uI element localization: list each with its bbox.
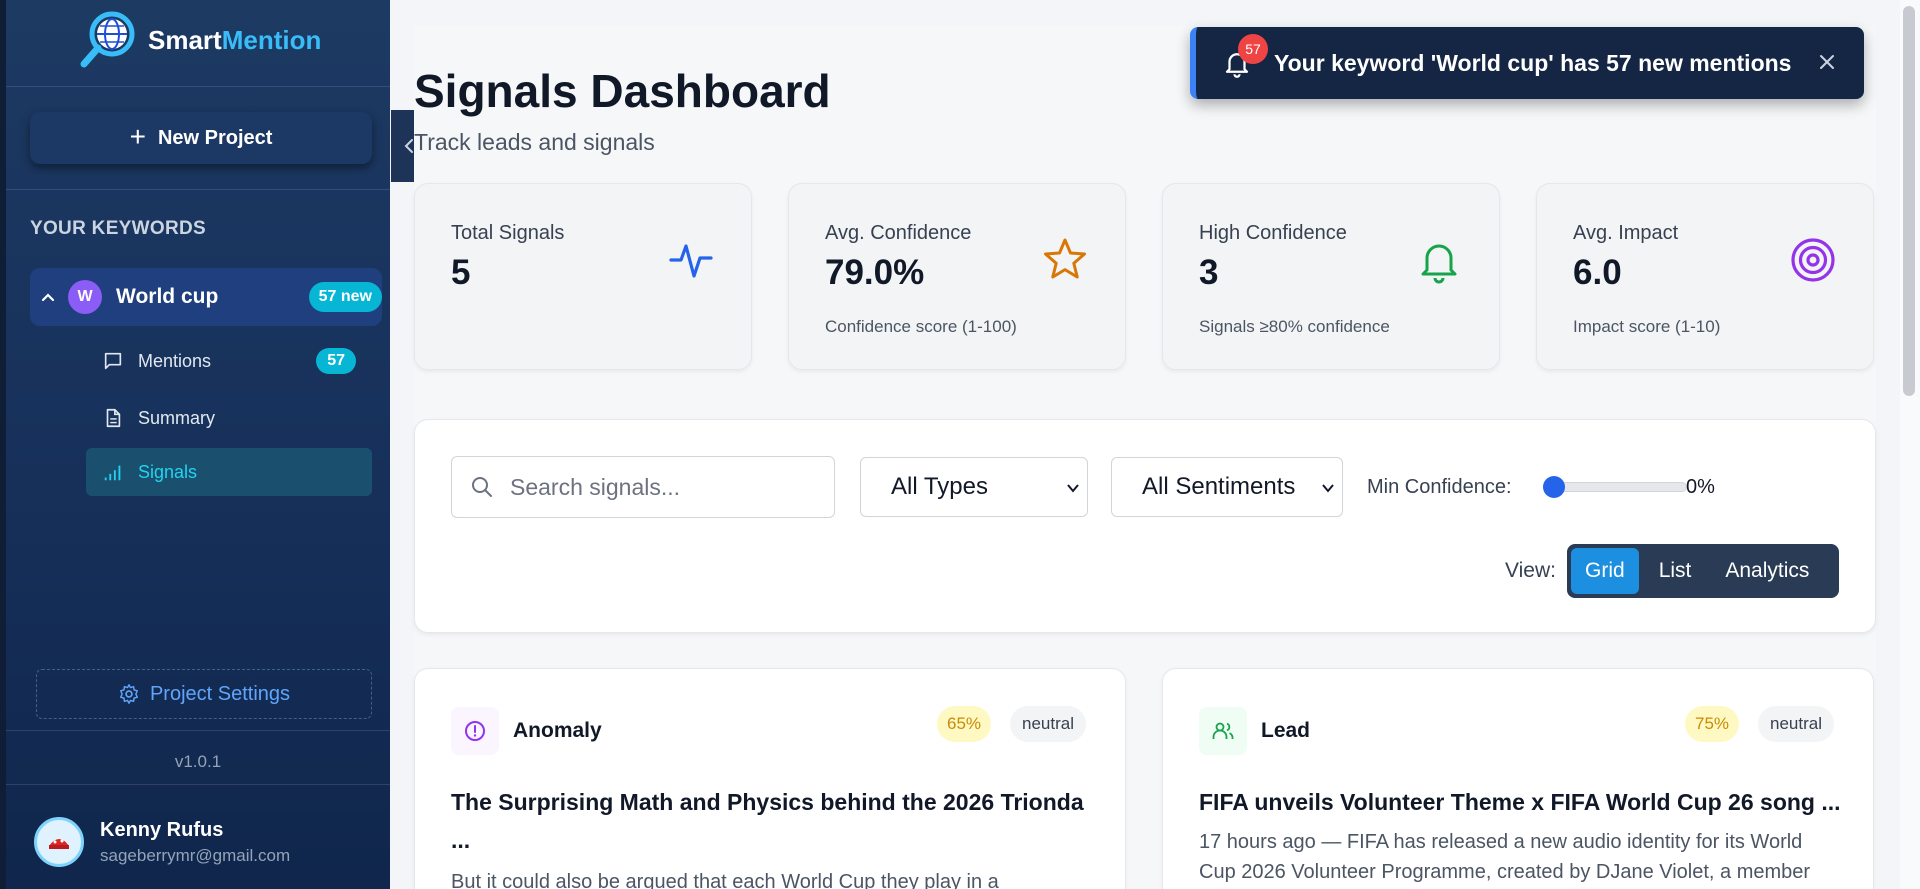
globe-search-icon <box>80 11 135 68</box>
min-confidence-label: Min Confidence: <box>1367 476 1512 498</box>
chevron-up-icon[interactable] <box>40 289 56 305</box>
stat-card-avg-impact: Avg. Impact 6.0 Impact score (1-10) <box>1536 183 1874 370</box>
sidebar-item-summary[interactable]: Summary <box>86 394 372 442</box>
sidebar-item-label: Summary <box>138 407 216 428</box>
users-icon <box>1212 722 1234 739</box>
toast-bell: 57 <box>1222 34 1268 78</box>
confidence-badge: 65% <box>937 706 992 742</box>
stat-note: Impact score (1-10) <box>1573 317 1721 336</box>
stat-card-high-confidence: High Confidence 3 Signals ≥80% confidenc… <box>1162 183 1500 370</box>
sidebar-item-label: Signals <box>138 461 198 482</box>
gear-icon <box>119 684 138 704</box>
min-confidence-value: 0% <box>1686 476 1715 498</box>
view-list-button[interactable]: List <box>1645 548 1706 594</box>
signal-title[interactable]: FIFA unveils Volunteer Theme x FIFA Worl… <box>1199 783 1839 821</box>
sidebar-item-label: Mentions <box>138 350 212 371</box>
message-square-icon <box>104 352 122 370</box>
view-label: View: <box>1505 559 1556 582</box>
keyword-new-badge: 57 new <box>308 282 382 312</box>
chevron-down-icon <box>1067 484 1079 493</box>
mentions-count-badge: 57 <box>316 348 356 374</box>
bell-icon <box>1421 244 1457 284</box>
slider-thumb[interactable] <box>1543 476 1565 498</box>
confidence-badge: 75% <box>1685 706 1740 742</box>
notification-toast: 57 Your keyword 'World cup' has 57 new m… <box>1190 27 1864 99</box>
page-subtitle: Track leads and signals <box>414 129 655 155</box>
target-icon <box>1791 238 1835 282</box>
project-settings-label: Project Settings <box>149 682 291 705</box>
divider <box>6 86 390 87</box>
plus-icon: + <box>129 120 146 152</box>
stat-card-total-signals: Total Signals 5 <box>414 183 752 370</box>
filter-panel: All Types All Sentiments Min Confidence:… <box>414 419 1876 633</box>
toast-message: Your keyword 'World cup' has 57 new ment… <box>1274 49 1792 76</box>
sentiment-select[interactable]: All Sentiments <box>1111 457 1343 517</box>
user-avatar-icon <box>49 839 69 849</box>
signal-title[interactable]: The Surprising Math and Physics behind t… <box>451 783 1091 859</box>
view-analytics-button[interactable]: Analytics <box>1711 548 1823 594</box>
close-icon[interactable] <box>1816 51 1838 73</box>
sidebar: SmartMention + New Project YOUR KEYWORDS… <box>0 0 390 889</box>
sentiment-badge: neutral <box>1758 706 1834 742</box>
min-confidence-slider[interactable] <box>1543 473 1687 501</box>
signal-type-icon <box>1199 707 1247 755</box>
signal-description: 17 hours ago — FIFA has released a new a… <box>1199 831 1811 883</box>
signal-type: Anomaly <box>513 719 602 742</box>
search-input[interactable] <box>510 473 810 501</box>
brand-logo[interactable]: SmartMention <box>76 8 321 72</box>
type-select[interactable]: All Types <box>860 457 1088 517</box>
new-project-label: New Project <box>157 126 273 149</box>
signal-card[interactable]: Lead 75% neutral FIFA unveils Volunteer … <box>1162 668 1874 889</box>
app-version: v1.0.1 <box>174 752 222 771</box>
keywords-heading: YOUR KEYWORDS <box>30 218 206 239</box>
divider <box>6 730 390 731</box>
brand-name-part2: Mention <box>221 24 322 55</box>
brand-name-part1: Smart <box>148 24 222 55</box>
sidebar-item-mentions[interactable]: Mentions 57 <box>86 337 372 385</box>
view-grid-button[interactable]: Grid <box>1571 548 1639 594</box>
scrollbar-thumb[interactable] <box>1903 6 1915 396</box>
brand-name: SmartMention <box>148 25 321 56</box>
signal-bars-icon <box>104 465 121 481</box>
toast-count-badge: 57 <box>1238 34 1268 64</box>
sentiment-select-value: All Sentiments <box>1142 473 1296 500</box>
view-toggle-group: Grid List Analytics <box>1567 544 1839 598</box>
star-icon <box>1044 238 1086 279</box>
signal-description: But it could also be argued that each Wo… <box>451 871 999 889</box>
alert-circle-icon <box>465 721 485 741</box>
chevron-down-icon <box>1322 484 1334 493</box>
divider <box>6 784 390 785</box>
signal-type-icon <box>451 707 499 755</box>
user-name: Kenny Rufus <box>100 818 224 841</box>
project-settings-button[interactable]: Project Settings <box>36 669 372 719</box>
sidebar-item-signals[interactable]: Signals <box>86 448 372 496</box>
new-project-button[interactable]: + New Project <box>30 112 372 164</box>
sentiment-badge: neutral <box>1010 706 1086 742</box>
signal-type: Lead <box>1261 719 1311 742</box>
user-profile[interactable]: Kenny Rufus sageberrymr@gmail.com <box>34 817 290 867</box>
keyword-name: World cup <box>116 285 219 308</box>
page-title: Signals Dashboard <box>414 65 831 117</box>
file-text-icon <box>106 408 121 428</box>
stat-note: Confidence score (1-100) <box>825 317 1017 336</box>
search-icon <box>472 477 492 497</box>
search-box[interactable] <box>451 456 835 518</box>
stat-note: Signals ≥80% confidence <box>1199 317 1390 336</box>
activity-icon <box>669 244 713 278</box>
type-select-value: All Types <box>891 473 988 500</box>
stat-card-avg-confidence: Avg. Confidence 79.0% Confidence score (… <box>788 183 1126 370</box>
avatar <box>34 817 84 867</box>
user-email: sageberrymr@gmail.com <box>100 845 291 865</box>
keyword-avatar: W <box>68 280 102 314</box>
signal-card[interactable]: Anomaly 65% neutral The Surprising Math … <box>414 668 1126 889</box>
divider <box>6 189 390 190</box>
keyword-item-world-cup[interactable]: W World cup 57 new <box>30 268 382 326</box>
